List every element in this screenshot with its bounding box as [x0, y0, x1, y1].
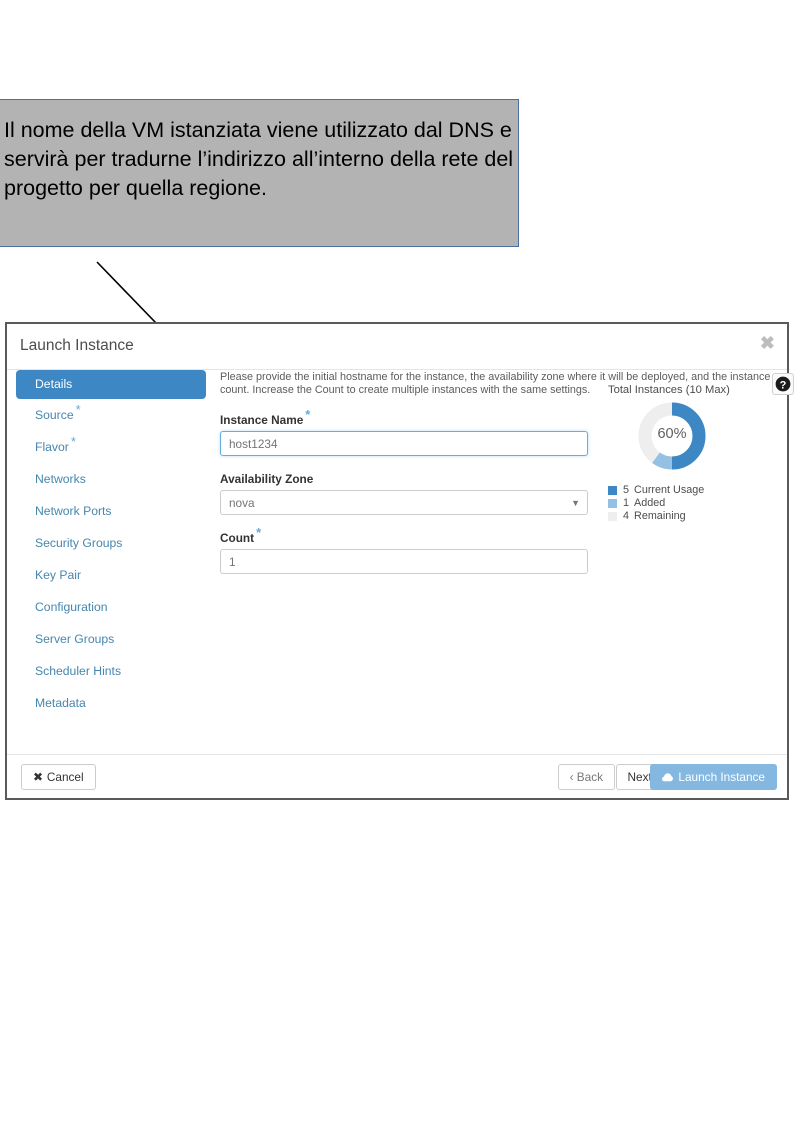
- sidebar-item-flavor[interactable]: Flavor *: [16, 431, 206, 463]
- cancel-button[interactable]: ✖ Cancel: [21, 764, 96, 790]
- instance-name-label-text: Instance Name: [220, 413, 304, 427]
- required-marker: *: [70, 433, 76, 449]
- dialog-footer: ✖ Cancel ‹ Back Next › Launch Instance: [7, 754, 787, 798]
- legend-value-current-usage: 5: [623, 484, 630, 496]
- legend-label-remaining: Remaining: [634, 510, 686, 522]
- dialog-header: Launch Instance ✖: [7, 324, 787, 370]
- count-label: Count *: [220, 526, 605, 545]
- sidebar-item-label: Network Ports: [35, 504, 112, 518]
- sidebar-item-configuration[interactable]: Configuration: [16, 591, 206, 623]
- legend-label-current-usage: Current Usage: [634, 484, 705, 496]
- dialog-title: Launch Instance: [20, 337, 134, 354]
- sidebar-item-label: Source: [35, 408, 74, 422]
- sidebar-item-label: Server Groups: [35, 632, 115, 646]
- sidebar-item-networks[interactable]: Networks: [16, 463, 206, 495]
- sidebar-item-label: Metadata: [35, 696, 86, 710]
- launch-instance-dialog: Launch Instance ✖ Details Source * Flavor…: [5, 322, 794, 800]
- sidebar-item-label: Flavor: [35, 440, 69, 454]
- annotation-callout-box: Il nome della VM istanziata viene utiliz…: [0, 99, 519, 247]
- sidebar-item-label: Configuration: [35, 600, 108, 614]
- sidebar-item-label: Key Pair: [35, 568, 82, 582]
- sidebar-item-scheduler-hints[interactable]: Scheduler Hints: [16, 655, 206, 687]
- launch-instance-button-label: Launch Instance: [678, 770, 765, 784]
- count-input[interactable]: [220, 549, 588, 574]
- instance-name-input[interactable]: [220, 431, 588, 456]
- quota-chart-legend: 5 Current Usage 1 Added 4 Remaining: [608, 484, 788, 522]
- launch-instance-button[interactable]: Launch Instance: [650, 764, 777, 790]
- donut-chart: 60%: [634, 400, 710, 472]
- close-icon[interactable]: ✖: [760, 334, 775, 352]
- sidebar-item-key-pair[interactable]: Key Pair: [16, 559, 206, 591]
- count-label-text: Count: [220, 531, 255, 545]
- sidebar-item-label: Networks: [35, 472, 86, 486]
- legend-swatch-remaining: [608, 511, 617, 521]
- dialog-body: Details Source * Flavor * Networks Network…: [7, 370, 794, 758]
- sidebar-item-label: Security Groups: [35, 536, 123, 550]
- legend-label-added: Added: [634, 497, 666, 509]
- legend-swatch-added: [608, 498, 617, 508]
- legend-value-remaining: 4: [623, 510, 630, 522]
- sidebar-item-label: Details: [35, 377, 73, 391]
- quota-chart-title: Total Instances (10 Max): [608, 384, 730, 396]
- annotation-callout-text: Il nome della VM istanziata viene utiliz…: [4, 118, 514, 200]
- legend-item-current-usage: 5 Current Usage: [608, 484, 788, 496]
- legend-item-remaining: 4 Remaining: [608, 510, 788, 522]
- availability-zone-select[interactable]: [220, 490, 588, 515]
- legend-value-added: 1: [623, 497, 630, 509]
- wizard-nav: Details Source * Flavor * Networks Network…: [16, 370, 206, 719]
- quota-chart-panel: Total Instances (10 Max) 60% 5 Current U…: [608, 384, 788, 523]
- required-marker: *: [256, 525, 262, 541]
- availability-zone-select-wrap: ▼: [220, 490, 588, 515]
- sidebar-item-server-groups[interactable]: Server Groups: [16, 623, 206, 655]
- details-form: Please provide the initial hostname for …: [220, 370, 770, 574]
- required-marker: *: [75, 401, 81, 417]
- required-marker: *: [305, 407, 311, 423]
- close-x-icon: ✖: [33, 770, 43, 784]
- sidebar-item-source[interactable]: Source *: [16, 399, 206, 431]
- sidebar-item-network-ports[interactable]: Network Ports: [16, 495, 206, 527]
- sidebar-item-label: Scheduler Hints: [35, 664, 122, 678]
- sidebar-item-details[interactable]: Details: [16, 370, 206, 399]
- sidebar-item-security-groups[interactable]: Security Groups: [16, 527, 206, 559]
- legend-swatch-current-usage: [608, 485, 617, 495]
- sidebar-item-metadata[interactable]: Metadata: [16, 687, 206, 719]
- legend-item-added: 1 Added: [608, 497, 788, 509]
- instance-name-label: Instance Name *: [220, 408, 605, 427]
- availability-zone-label: Availability Zone: [220, 472, 314, 486]
- donut-center-label: 60%: [657, 426, 687, 442]
- cancel-button-label: Cancel: [46, 770, 84, 784]
- back-button[interactable]: ‹ Back: [557, 764, 615, 790]
- cloud-icon: [662, 773, 674, 782]
